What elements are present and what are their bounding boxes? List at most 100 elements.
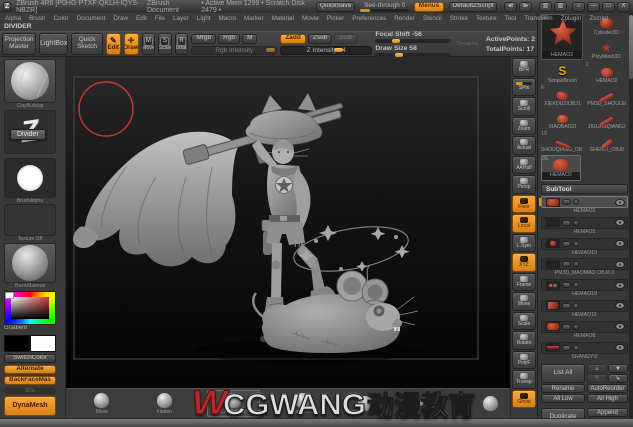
zcut-button[interactable]: Zcut (334, 33, 357, 44)
sdiv-slider[interactable]: SDiv (4, 387, 56, 394)
tool-item[interactable]: 19 SHOUQIANG_OB. (541, 131, 584, 153)
uv-toggle-icon[interactable] (573, 219, 579, 226)
menu-item[interactable]: Stencil (423, 15, 442, 22)
script-back-icon[interactable]: ◂‖ (504, 1, 518, 12)
list-all-button[interactable]: List All (541, 364, 585, 384)
right-shelf-button[interactable]: Transp (512, 370, 536, 389)
close-icon[interactable]: X (617, 1, 631, 12)
visibility-eye-icon[interactable] (615, 281, 625, 289)
alternate-button[interactable]: Alternate (4, 364, 56, 374)
right-shelf-button[interactable]: Floor (512, 194, 536, 213)
scale-mode-button[interactable]: S Scale (158, 33, 172, 55)
current-texture-thumbnail[interactable] (4, 204, 56, 236)
right-shelf-button[interactable]: PolyF (512, 350, 536, 369)
menu-item[interactable]: Texture (476, 15, 497, 22)
subtool-row[interactable]: HEMAO15 (541, 299, 628, 320)
right-shelf-button[interactable]: XYZ (512, 253, 536, 272)
uv-toggle-icon[interactable] (573, 282, 579, 289)
script-play-icon[interactable]: ‖▸ (519, 1, 533, 12)
menu-item[interactable]: Stroke (450, 15, 468, 22)
right-shelf-button[interactable]: Actual (512, 136, 536, 155)
menu-item[interactable]: Marker (244, 15, 264, 22)
color-picker[interactable] (4, 291, 56, 325)
tool-item[interactable]: PolyMesh3D (585, 38, 628, 60)
right-shelf-button[interactable]: Scale (512, 311, 536, 330)
right-shelf-button[interactable]: L.Sym (512, 233, 536, 252)
minimize-icon[interactable]: — (587, 1, 601, 12)
panel-scrollbar[interactable] (629, 13, 633, 427)
m-button[interactable]: M (242, 33, 258, 44)
visibility-eye-icon[interactable] (615, 344, 625, 352)
backface-mask-button[interactable]: BackFaceMas (4, 375, 56, 385)
uv-toggle-icon[interactable] (573, 344, 579, 351)
right-shelf-button[interactable]: Ghost (512, 389, 536, 408)
visibility-eye-icon[interactable] (615, 302, 625, 310)
right-shelf-button[interactable]: Local (512, 214, 536, 233)
main-color-swatch[interactable] (4, 334, 30, 352)
menu-item[interactable]: Picker (327, 15, 345, 22)
tool-item[interactable]: JIGUANQIANG2 (586, 108, 628, 130)
polypaint-toggle-icon[interactable] (562, 261, 571, 268)
menu-item[interactable]: Macro (218, 15, 236, 22)
brush-shortcut[interactable]: Flatten (145, 392, 185, 415)
visibility-eye-icon[interactable] (615, 240, 625, 248)
subtool-row[interactable]: HEMAO8 (541, 320, 628, 341)
dynamic-label[interactable]: Dynamic (456, 41, 479, 47)
menu-item[interactable]: Render (394, 15, 415, 22)
right-shelf-button[interactable]: Zoom (512, 116, 536, 135)
lightbox-button[interactable]: LightBox (39, 33, 69, 55)
rename-button[interactable]: Rename (541, 384, 585, 394)
menu-item[interactable]: Zscript (589, 15, 608, 22)
brush-shortcut[interactable] (345, 395, 385, 412)
menu-item[interactable]: Preferences (352, 15, 386, 22)
tool-item[interactable]: E XIEKOUZIOBJ1 (541, 85, 584, 107)
uv-toggle-icon[interactable] (573, 240, 579, 247)
subtool-row[interactable]: SHANGYI2 (541, 341, 628, 362)
menu-item[interactable]: File (155, 15, 165, 22)
projection-master-button[interactable]: Projection Master (2, 33, 37, 55)
all-high-button[interactable]: All High (587, 394, 628, 404)
right-shelf-button[interactable]: BPR (512, 58, 536, 77)
switch-color-button[interactable]: SwitchColor (4, 353, 56, 363)
right-shelf-button[interactable]: Frame (512, 272, 536, 291)
menu-item[interactable]: Alpha (5, 15, 21, 22)
move-down-icon[interactable]: ▼ (608, 364, 628, 374)
current-brush-thumbnail[interactable] (4, 59, 56, 103)
subtool-row[interactable]: HEMAO2 (541, 216, 628, 237)
zadd-button[interactable]: Zadd (280, 33, 306, 44)
menu-item[interactable]: Transform (524, 15, 552, 22)
zsub-button[interactable]: Zsub (307, 33, 333, 44)
menus-toggle-button[interactable]: Menus (414, 1, 445, 12)
move-mode-button[interactable]: M Move (141, 33, 156, 55)
quicksave-button[interactable]: QuickSave (315, 1, 356, 12)
quick-sketch-button[interactable]: Quick Sketch (71, 33, 103, 55)
edit-mode-button[interactable]: ✎ Edit (105, 33, 121, 55)
menu-item[interactable]: Edit (136, 15, 147, 22)
subtool-row[interactable]: PM3D_MAOMAO OBJ#.0 (541, 258, 628, 278)
subtool-section-header[interactable]: SubTool (541, 184, 628, 194)
menu-item[interactable]: Layer (173, 15, 189, 22)
z-intensity-slider[interactable]: Z Intensity 44 (280, 45, 373, 55)
tool-item[interactable]: SHENTI_OBJ8 (586, 131, 628, 153)
brush-shortcut[interactable]: ClayTubes (283, 392, 323, 415)
append-button[interactable]: Append (587, 408, 628, 418)
gradient-label[interactable]: Gradient (4, 325, 56, 333)
menu-item[interactable]: Zplugin (561, 15, 582, 22)
all-low-button[interactable]: All Low (541, 394, 585, 404)
tool-item[interactable]: PM3D_SHOULEI (586, 85, 628, 107)
brush-shortcut[interactable]: Move (82, 392, 122, 415)
brush-shortcut[interactable] (408, 395, 448, 412)
menu-item[interactable]: Movie (302, 15, 319, 22)
polypaint-toggle-icon[interactable] (562, 302, 571, 309)
subtool-row[interactable]: HEMAO19 (541, 237, 628, 258)
right-shelf-button[interactable]: Rotate (512, 331, 536, 350)
right-shelf-button[interactable]: Persp (512, 175, 536, 194)
visibility-eye-icon[interactable] (615, 219, 625, 227)
layout-next-icon[interactable]: ▥ (554, 1, 568, 12)
uv-toggle-icon[interactable] (573, 302, 579, 309)
polypaint-toggle-icon[interactable] (562, 282, 571, 289)
uv-toggle-icon[interactable] (573, 199, 579, 205)
current-alpha-thumbnail[interactable] (4, 157, 56, 198)
restore-icon[interactable]: □ (602, 1, 616, 12)
document-canvas[interactable] (66, 57, 510, 388)
